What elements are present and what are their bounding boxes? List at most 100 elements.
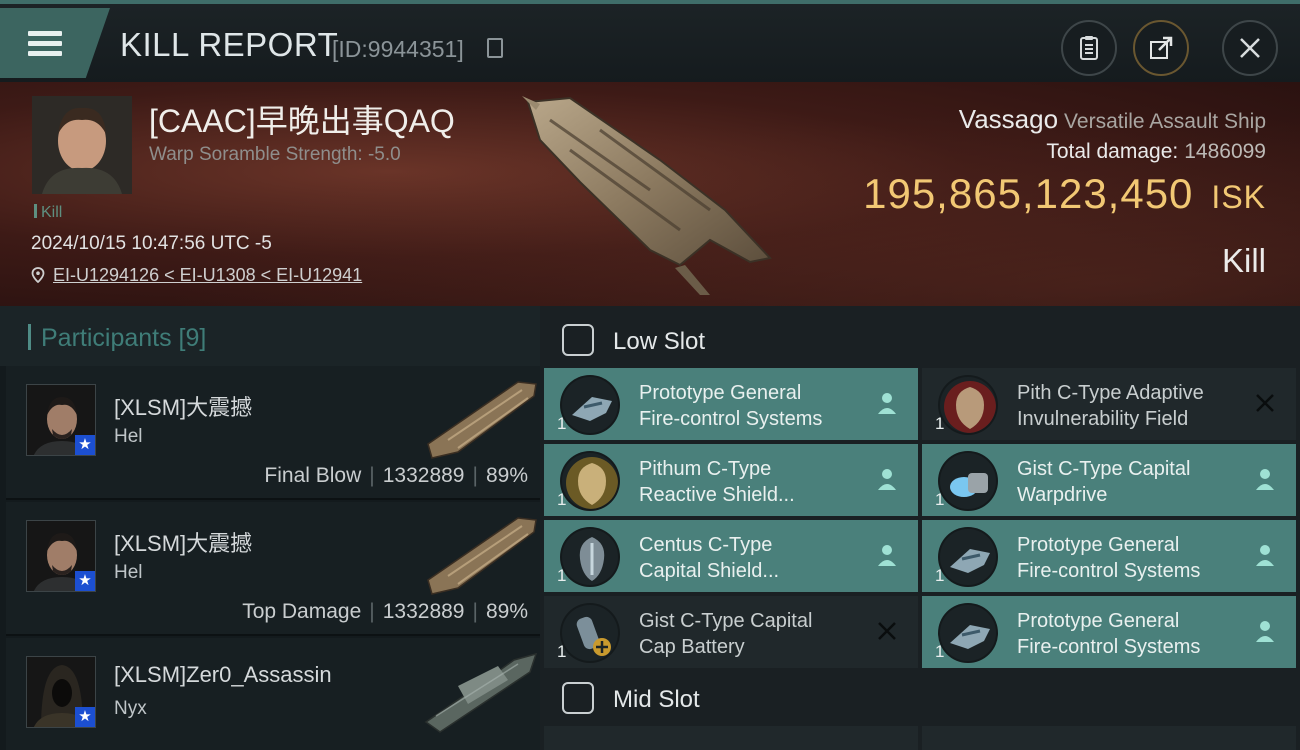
module-item[interactable]: 1 Prototype General Fire-control Systems — [922, 596, 1296, 668]
fittings-panel: Low Slot 1 Prototype General Fire-control… — [540, 306, 1300, 750]
destroyed-icon — [1256, 394, 1274, 412]
module-item[interactable] — [544, 726, 918, 750]
participant-row[interactable]: ★ [XLSM]大震撼 Hel Final Blow | 1332889 | 89% — [6, 366, 540, 500]
participant-name[interactable]: [XLSM]大震撼 — [114, 390, 252, 422]
module-name: Gist C-Type Capital Cap Battery — [639, 610, 813, 658]
participant-percent: 89% — [485, 600, 528, 623]
module-name: Prototype General Fire-control Systems — [1017, 534, 1201, 582]
module-item[interactable]: 1 Prototype General Fire-control Systems — [922, 520, 1296, 592]
module-quantity: 1 — [935, 566, 945, 585]
kill-location[interactable]: EI-U1294126 < EI-U1308 < EI-U12941 — [31, 265, 362, 286]
victim-ship-class: Versatile Assault Ship — [1064, 110, 1266, 133]
module-quantity: 1 — [557, 490, 567, 509]
participant-damage: 1332889 — [382, 464, 465, 487]
module-quantity: 1 — [557, 414, 567, 433]
mid-slot-label: Mid Slot — [613, 686, 700, 713]
module-item[interactable]: 1 Gist C-Type Capital Cap Battery — [544, 596, 918, 668]
participant-role: Top Damage — [242, 600, 362, 623]
isk-value: 195,865,123,450 ISK — [863, 170, 1266, 217]
avatar[interactable]: ★ — [26, 384, 96, 456]
copy-icon[interactable] — [487, 38, 503, 58]
module-icon — [938, 603, 998, 663]
module-name: Centus C-Type Capital Shield... — [639, 534, 780, 582]
module-item[interactable] — [922, 726, 1296, 750]
victim-name[interactable]: [CAAC]早晚出事QAQ — [149, 96, 455, 142]
participant-row[interactable]: ★ [XLSM]大震撼 Hel Top Damage | 1332889 | 89% — [6, 502, 540, 636]
module-name: Pithum C-Type Reactive Shield... — [639, 458, 795, 506]
module-item[interactable]: 1 Gist C-Type Capital Warpdrive — [922, 444, 1296, 516]
module-quantity: 1 — [935, 642, 945, 661]
dropped-icon — [1256, 621, 1274, 642]
participants-panel: Participants [9] ★ [XLSM]大震撼 Hel Final B… — [0, 306, 540, 750]
location-link[interactable]: EI-U1294126 < EI-U1308 < EI-U12941 — [53, 265, 362, 285]
module-icon — [560, 375, 620, 435]
avatar[interactable]: ★ — [26, 520, 96, 592]
victim-avatar[interactable] — [32, 96, 132, 194]
module-quantity: 1 — [935, 490, 945, 509]
dropped-icon — [878, 393, 896, 414]
kill-tag: Kill — [34, 204, 62, 222]
mid-slot-header: Mid Slot — [540, 668, 1300, 730]
share-button[interactable] — [1133, 20, 1189, 76]
module-item[interactable]: 1 Pith C-Type Adaptive Invulnerability Fi… — [922, 368, 1296, 440]
module-icon — [938, 375, 998, 435]
low-slot-header: Low Slot — [540, 310, 1300, 372]
participant-ship-image[interactable] — [418, 374, 540, 462]
destroyed-icon — [878, 622, 896, 640]
total-damage: Total damage: 1486099 — [1046, 140, 1266, 163]
module-quantity: 1 — [557, 642, 567, 661]
participant-percent: 89% — [485, 464, 528, 487]
victim-ship-name[interactable]: Vassago Versatile Assault Ship — [959, 104, 1266, 135]
participant-ship: Hel — [114, 562, 143, 583]
isk-unit: ISK — [1211, 179, 1266, 215]
module-item[interactable]: 1 Prototype General Fire-control Systems — [544, 368, 918, 440]
participant-row[interactable]: ★ [XLSM]Zer0_Assassin Nyx — [6, 638, 540, 750]
avatar[interactable]: ★ — [26, 656, 96, 728]
low-slot-label: Low Slot — [613, 328, 706, 355]
victim-subtitle: Warp Soramble Strength: -5.0 — [149, 144, 401, 165]
clipboard-button[interactable] — [1061, 20, 1117, 76]
low-slot-icon — [562, 324, 594, 356]
participant-ship-image[interactable] — [418, 510, 540, 598]
module-quantity: 1 — [557, 566, 567, 585]
star-icon: ★ — [75, 707, 95, 727]
participant-stats: Top Damage | 1332889 | 89% — [242, 600, 528, 623]
share-icon — [1150, 36, 1173, 59]
dropped-icon — [878, 545, 896, 566]
close-button[interactable] — [1222, 20, 1278, 76]
participant-ship: Nyx — [114, 698, 147, 719]
participant-role: Final Blow — [264, 464, 362, 487]
module-item[interactable]: 1 Centus C-Type Capital Shield... — [544, 520, 918, 592]
mid-slot-icon — [562, 682, 594, 714]
participant-ship-image[interactable] — [418, 646, 540, 734]
star-icon: ★ — [75, 435, 95, 455]
participant-ship: Hel — [114, 426, 143, 447]
module-icon — [560, 603, 620, 663]
module-icon — [938, 527, 998, 587]
result-label: Kill — [1221, 242, 1266, 279]
close-icon — [1240, 38, 1260, 58]
location-pin-icon — [31, 267, 45, 283]
participants-title: Participants [9] — [41, 324, 207, 352]
kill-banner: [CAAC]早晚出事QAQ Warp Soramble Strength: -5… — [0, 82, 1300, 306]
module-icon — [560, 451, 620, 511]
dropped-icon — [1256, 545, 1274, 566]
total-damage-value: 1486099 — [1184, 140, 1266, 163]
kill-timestamp: 2024/10/15 10:47:56 UTC -5 — [31, 233, 272, 254]
page-title: KILL REPORT — [120, 26, 339, 63]
participant-name[interactable]: [XLSM]大震撼 — [114, 526, 252, 558]
participant-name[interactable]: [XLSM]Zer0_Assassin — [114, 662, 332, 688]
star-icon: ★ — [75, 571, 95, 591]
report-id: [ID:9944351] — [332, 36, 464, 62]
menu-button[interactable] — [0, 8, 110, 78]
module-name: Prototype General Fire-control Systems — [1017, 610, 1201, 658]
clipboard-icon — [1080, 36, 1098, 60]
victim-ship-image[interactable] — [510, 90, 780, 300]
module-item[interactable]: 1 Pithum C-Type Reactive Shield... — [544, 444, 918, 516]
module-icon — [938, 451, 998, 511]
participant-damage: 1332889 — [382, 600, 465, 623]
participant-stats: Final Blow | 1332889 | 89% — [264, 464, 528, 487]
module-icon — [560, 527, 620, 587]
header-bar: KILL REPORT [ID:9944351] — [0, 0, 1300, 82]
module-name: Pith C-Type Adaptive Invulnerability Fiel… — [1017, 382, 1204, 430]
